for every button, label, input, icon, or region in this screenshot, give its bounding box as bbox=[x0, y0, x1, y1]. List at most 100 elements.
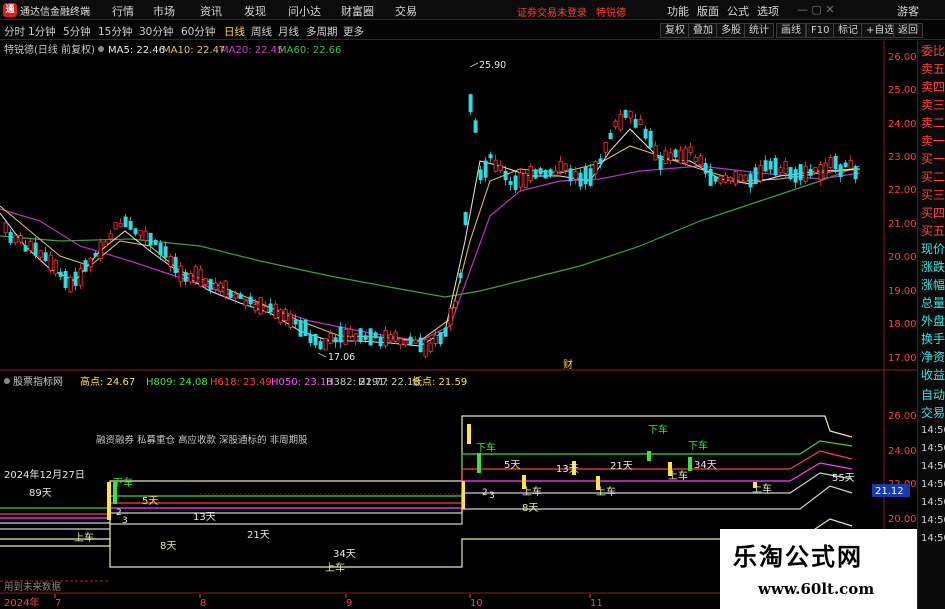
candle-body bbox=[803, 165, 808, 182]
side-label[interactable]: 现价 bbox=[921, 241, 945, 257]
menu-function[interactable]: 功能 bbox=[667, 3, 689, 19]
indicator-settings-icon[interactable] bbox=[4, 378, 10, 384]
period-60min[interactable]: 60分钟 bbox=[181, 24, 215, 39]
side-label[interactable]: 总量 bbox=[921, 295, 945, 311]
candle-body bbox=[318, 341, 323, 350]
candle-body bbox=[673, 149, 678, 158]
candle-body bbox=[663, 150, 668, 164]
candle-body bbox=[228, 290, 233, 298]
candle-body bbox=[413, 339, 418, 344]
side-label[interactable]: 委比 bbox=[921, 43, 945, 59]
candle-body bbox=[183, 271, 188, 282]
candle-body bbox=[723, 174, 728, 183]
side-label[interactable]: 买五 bbox=[921, 223, 945, 239]
ma5-label: MA5: 22.46 bbox=[108, 45, 165, 56]
side-label[interactable]: 买四 bbox=[921, 205, 945, 221]
side-label[interactable]: 卖四 bbox=[921, 79, 945, 95]
overlay-button[interactable]: 叠加 bbox=[688, 23, 718, 38]
menu-market[interactable]: 市场 bbox=[153, 3, 175, 19]
side-label[interactable]: 收益 bbox=[921, 367, 945, 383]
app-logo-icon: 通 bbox=[3, 3, 17, 17]
annotation: 5天 bbox=[504, 460, 520, 471]
candle-body bbox=[508, 181, 513, 185]
menu-layout[interactable]: 版面 bbox=[697, 3, 719, 19]
menu-discover[interactable]: 发现 bbox=[244, 3, 266, 19]
time-label: 10 bbox=[470, 598, 483, 609]
period-toolbar: 分时 1分钟 5分钟 15分钟 30分钟 60分钟 日线 周线 月线 多周期 更… bbox=[0, 21, 945, 40]
annotation: 上车 bbox=[74, 531, 94, 544]
period-multi[interactable]: 多周期 bbox=[306, 24, 338, 39]
side-label[interactable]: 卖三 bbox=[921, 97, 945, 113]
guest-user[interactable]: 游客 bbox=[897, 3, 919, 19]
candle-body bbox=[33, 242, 38, 256]
stats-button[interactable]: 统计 bbox=[744, 23, 774, 38]
candle-body bbox=[763, 160, 768, 172]
side-label[interactable]: 买二 bbox=[921, 169, 945, 185]
candle-body bbox=[458, 273, 463, 279]
period-tick[interactable]: 分时 bbox=[4, 24, 25, 39]
menu-options[interactable]: 选项 bbox=[757, 3, 779, 19]
candlestick-chart[interactable]: 特锐德(日线 前复权) MA5: 22.46 MA10: 22.47 MA20:… bbox=[0, 41, 917, 609]
multi-stock-button[interactable]: 多股 bbox=[716, 23, 746, 38]
annotation: 3 bbox=[122, 516, 128, 526]
menu-trade[interactable]: 交易 bbox=[395, 3, 417, 19]
side-label[interactable]: 卖五 bbox=[921, 61, 945, 77]
menu-news[interactable]: 资讯 bbox=[200, 3, 222, 19]
candle-body bbox=[343, 329, 348, 345]
annotation: 34天 bbox=[333, 549, 356, 560]
period-more[interactable]: 更多 bbox=[343, 24, 364, 39]
period-5min[interactable]: 5分钟 bbox=[63, 24, 91, 39]
tick-time: 14:50 bbox=[921, 461, 945, 472]
period-15min[interactable]: 15分钟 bbox=[98, 24, 132, 39]
menu-wealth[interactable]: 财富圈 bbox=[341, 3, 374, 19]
candle-body bbox=[568, 168, 573, 182]
candle-body bbox=[698, 155, 703, 166]
side-label[interactable]: 卖一 bbox=[921, 133, 945, 149]
adjust-button[interactable]: 复权 bbox=[660, 23, 690, 38]
candle-body bbox=[303, 319, 308, 337]
candle-body bbox=[253, 304, 258, 312]
candle-body bbox=[278, 309, 283, 324]
candle-body bbox=[168, 256, 173, 267]
legend-low: 低点: 21.59 bbox=[412, 375, 467, 388]
side-label[interactable]: 换手 bbox=[921, 331, 945, 347]
side-label[interactable]: 交易 bbox=[921, 405, 945, 421]
settings-dot-icon[interactable] bbox=[98, 46, 104, 52]
signal-bar bbox=[467, 424, 471, 444]
side-label[interactable]: 涨跌 bbox=[921, 259, 945, 275]
side-label[interactable]: 涨幅 bbox=[921, 277, 945, 293]
side-label[interactable]: 买一 bbox=[921, 151, 945, 167]
finance-marker[interactable]: 财 bbox=[563, 358, 573, 371]
period-weekly[interactable]: 周线 bbox=[251, 24, 272, 39]
side-label[interactable]: 自动 bbox=[921, 387, 945, 403]
candle-body bbox=[268, 303, 273, 313]
side-label[interactable]: 买三 bbox=[921, 187, 945, 203]
side-label[interactable]: 外盘 bbox=[921, 313, 945, 329]
mark-button[interactable]: 标记 bbox=[833, 23, 863, 38]
draw-line-button[interactable]: 画线 bbox=[776, 23, 806, 38]
candle-body bbox=[118, 222, 123, 227]
side-label[interactable]: 卖二 bbox=[921, 115, 945, 131]
candle-body bbox=[853, 166, 858, 180]
candle-body bbox=[563, 163, 568, 171]
window-controls[interactable]: — ▢ ✕ bbox=[797, 3, 835, 16]
candle-body bbox=[733, 171, 738, 185]
period-monthly[interactable]: 月线 bbox=[278, 24, 299, 39]
candle-body bbox=[293, 319, 298, 325]
back-button[interactable]: 返回 bbox=[893, 23, 923, 38]
signal-bar bbox=[477, 453, 481, 473]
side-label[interactable]: 净资 bbox=[921, 349, 945, 365]
period-30min[interactable]: 30分钟 bbox=[139, 24, 173, 39]
candle-body bbox=[38, 250, 43, 258]
annotation: 上车 bbox=[522, 485, 542, 498]
candle-body bbox=[323, 338, 328, 351]
menu-ask[interactable]: 问小达 bbox=[288, 3, 321, 19]
trade-login-status[interactable]: 证券交易未登录 bbox=[517, 4, 587, 19]
period-1min[interactable]: 1分钟 bbox=[28, 24, 56, 39]
quote-side-panel: 委比 卖五 卖四 卖三 卖二 卖一 买一 买二 买三 买四 买五 现价 涨跌 涨… bbox=[917, 41, 945, 609]
period-daily[interactable]: 日线 bbox=[224, 24, 245, 39]
menu-quotes[interactable]: 行情 bbox=[112, 3, 134, 19]
time-label: 7 bbox=[55, 598, 61, 609]
menu-formula[interactable]: 公式 bbox=[727, 3, 749, 19]
f10-button[interactable]: F10 bbox=[806, 23, 835, 38]
